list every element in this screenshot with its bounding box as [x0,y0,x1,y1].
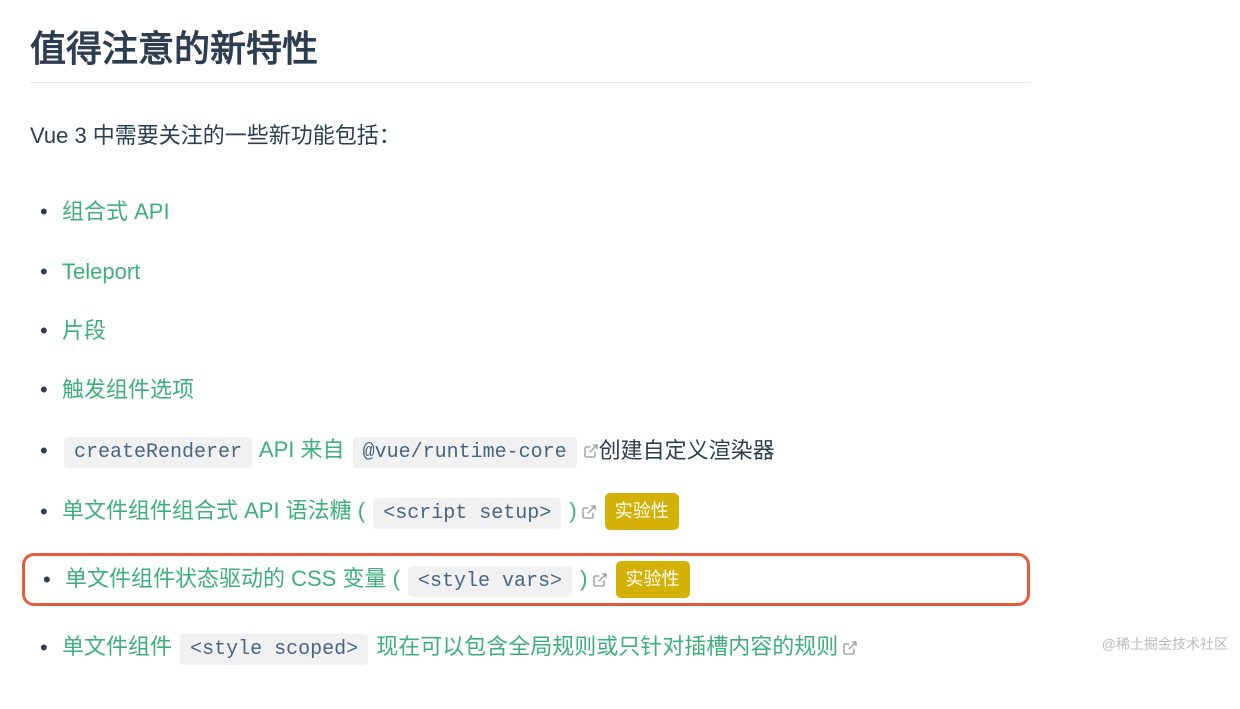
link-script-setup[interactable]: 单文件组件组合式 API 语法糖 ( <script setup> ) [62,492,597,531]
code-runtime-core: @vue/runtime-core [353,437,577,468]
link-fragments[interactable]: 片段 [62,312,106,349]
code-create-renderer: createRenderer [64,437,252,468]
list-item: Teleport [30,253,1030,290]
code-style-scoped: <style scoped> [180,634,368,665]
link-prefix: 单文件组件 [62,634,178,659]
link-teleport[interactable]: Teleport [62,253,140,290]
code-style-vars: <style vars> [408,566,572,597]
link-text: API 来自 [254,437,351,462]
link-prefix: 单文件组件组合式 API 语法糖 ( [62,498,371,523]
page-heading: 值得注意的新特性 [30,20,1030,83]
external-link-icon [583,443,599,459]
link-suffix: ) [563,498,576,523]
link-suffix: ) [574,566,587,591]
link-emits-option[interactable]: 触发组件选项 [62,371,194,408]
experimental-badge: 实验性 [605,493,679,530]
list-item: 片段 [30,312,1030,349]
list-item: 组合式 API [30,193,1030,230]
list-item: createRenderer API 来自 @vue/runtime-core … [30,431,1030,470]
tail-text: 创建自定义渲染器 [599,432,775,469]
link-style-vars[interactable]: 单文件组件状态驱动的 CSS 变量 ( <style vars> ) [65,560,608,599]
feature-list: 组合式 API Teleport 片段 触发组件选项 createRendere… [30,193,1030,667]
link-prefix: 单文件组件状态驱动的 CSS 变量 ( [65,566,406,591]
list-item: 单文件组件组合式 API 语法糖 ( <script setup> ) 实验性 [30,492,1030,531]
list-item: 单文件组件 <style scoped> 现在可以包含全局规则或只针对插槽内容的… [30,628,1030,667]
link-create-renderer[interactable]: createRenderer API 来自 @vue/runtime-core [62,431,599,470]
code-script-setup: <script setup> [373,498,561,529]
experimental-badge: 实验性 [616,561,690,598]
list-item-highlighted: 单文件组件状态驱动的 CSS 变量 ( <style vars> ) 实验性 [22,553,1030,606]
external-link-icon [842,640,858,656]
watermark: @稀土掘金技术社区 [1102,634,1228,654]
external-link-icon [581,504,597,520]
link-composition-api[interactable]: 组合式 API [62,193,170,230]
list-item: 触发组件选项 [30,371,1030,408]
link-suffix: 现在可以包含全局规则或只针对插槽内容的规则 [370,634,838,659]
intro-text: Vue 3 中需要关注的一些新功能包括： [30,118,1030,153]
external-link-icon [592,572,608,588]
link-style-scoped[interactable]: 单文件组件 <style scoped> 现在可以包含全局规则或只针对插槽内容的… [62,628,858,667]
